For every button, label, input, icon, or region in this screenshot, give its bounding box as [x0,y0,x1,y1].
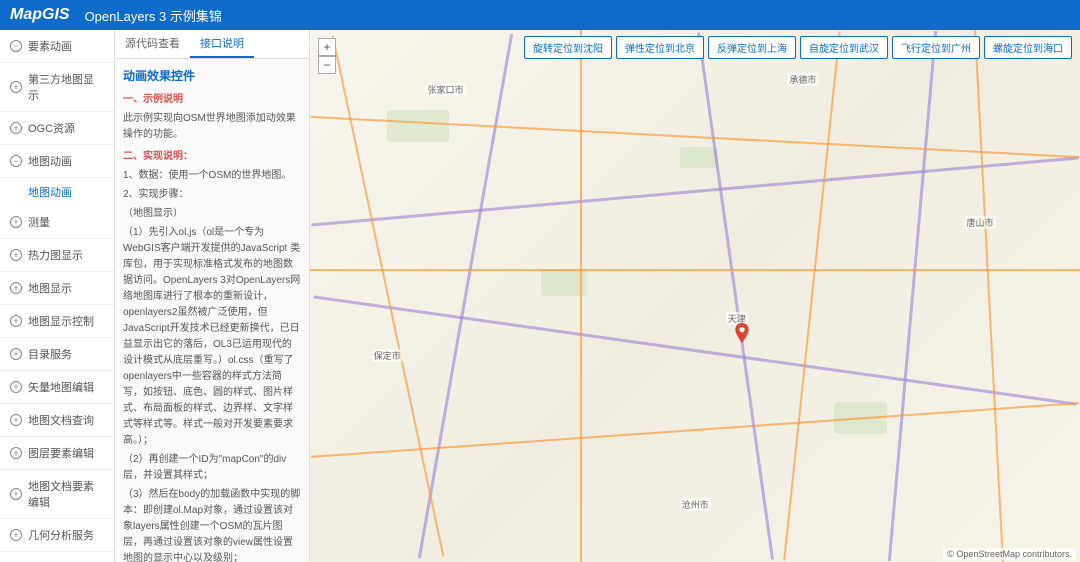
map-area[interactable]: 天津 张家口市 承德市 保定市 唐山市 沧州市 + − 旋转定位到沈阳弹性定位到… [310,30,1080,562]
sidebar-item[interactable]: −要素动画 [0,30,114,63]
section-1: 一、示例说明 [123,92,301,108]
sidebar-item[interactable]: +图层投影转换 [0,552,114,562]
sidebar-item[interactable]: + 地图显示 [0,272,114,305]
expand-icon: + [10,282,22,294]
sidebar-item[interactable]: + 地图文档查询 [0,404,114,437]
logo: MapGIS [10,6,70,24]
section-2: 二、实现说明： [123,149,301,165]
expand-icon: + [10,216,22,228]
sidebar-item[interactable]: + 目录服务 [0,338,114,371]
map-marker-icon [734,323,750,343]
tab-source[interactable]: 源代码查看 [115,30,190,58]
doc-p: （2）再创建一个ID为"mapCon"的div层，并设置其样式； [123,452,301,484]
doc-p: 此示例实现向OSM世界地图添加动效果操作的功能。 [123,111,301,143]
animate-button[interactable]: 飞行定位到广州 [892,36,980,59]
sidebar-item[interactable]: + OGC资源 [0,112,114,145]
sidebar-item[interactable]: + 地图文档要素编辑 [0,470,114,519]
expand-icon: + [10,529,22,541]
sidebar-item-label: 目录服务 [28,346,72,362]
sidebar-item[interactable]: −地图动画 [0,145,114,178]
doc-p: （3）然后在body的加载函数中实现的脚本：即创建ol.Map对象，通过设置该对… [123,487,301,562]
action-bar: 旋转定位到沈阳弹性定位到北京反弹定位到上海自旋定位到武汉飞行定位到广州螺旋定位到… [524,36,1072,59]
animate-button[interactable]: 螺旋定位到海口 [984,36,1072,59]
animate-button[interactable]: 自旋定位到武汉 [800,36,888,59]
doc-p: （地图显示） [123,206,301,222]
doc-p: （1）先引入ol.js（ol是一个专为WebGIS客户端开发提供的JavaScr… [123,225,301,449]
doc-title: 动画效果控件 [123,67,301,86]
sidebar-item[interactable]: + 矢量地图编辑 [0,371,114,404]
sidebar-item[interactable]: + 地图显示控制 [0,305,114,338]
sidebar-item-label: 热力图显示 [28,247,83,263]
sidebar-item[interactable]: + 几何分析服务 [0,519,114,552]
collapse-icon: − [10,155,22,167]
collapse-icon: − [10,40,22,52]
expand-icon: + [10,81,22,93]
sidebar-item-label: 地图文档要素编辑 [28,478,104,510]
sidebar-item-label: 几何分析服务 [28,527,94,543]
sidebar-item-label: 矢量地图编辑 [28,379,94,395]
zoom-in-button[interactable]: + [318,38,336,56]
tabs: 源代码查看 接口说明 [115,30,309,59]
sidebar-item-label: 图层要素编辑 [28,445,94,461]
header-title: OpenLayers 3 示例集锦 [85,6,222,25]
animate-button[interactable]: 旋转定位到沈阳 [524,36,612,59]
zoom-control: + − [318,38,336,74]
sidebar-item-label: OGC资源 [28,120,75,136]
zoom-out-button[interactable]: − [318,56,336,74]
doc-content[interactable]: 动画效果控件 一、示例说明 此示例实现向OSM世界地图添加动效果操作的功能。 二… [115,59,309,562]
animate-button[interactable]: 弹性定位到北京 [616,36,704,59]
tab-api[interactable]: 接口说明 [190,30,254,58]
attribution: © OpenStreetMap contributors. [943,548,1076,560]
expand-icon: + [10,315,22,327]
expand-icon: + [10,381,22,393]
expand-icon: + [10,348,22,360]
sidebar-item[interactable]: + 测量 [0,206,114,239]
sidebar-item-label: 第三方地图显示 [28,71,104,103]
sidebar-item-label: 地图显示控制 [28,313,94,329]
sidebar-item-label: 要素动画 [28,38,72,54]
animate-button[interactable]: 反弹定位到上海 [708,36,796,59]
expand-icon: + [10,249,22,261]
expand-icon: + [10,447,22,459]
sidebar-item-label: 测量 [28,214,50,230]
sidebar-subitem[interactable]: 地图动画 [0,178,114,206]
expand-icon: + [10,414,22,426]
expand-icon: + [10,122,22,134]
expand-icon: + [10,488,22,500]
sidebar-item-label: 地图显示 [28,280,72,296]
sidebar: −要素动画+第三方地图显示+OGC资源−地图动画地图动画+测量+热力图显示+地图… [0,30,115,562]
sidebar-item[interactable]: + 第三方地图显示 [0,63,114,112]
map-canvas[interactable]: 天津 张家口市 承德市 保定市 唐山市 沧州市 [310,30,1080,562]
sidebar-item-label: 地图文档查询 [28,412,94,428]
doc-p: 1、数据：使用一个OSM的世界地图。 [123,168,301,184]
sidebar-item[interactable]: + 热力图显示 [0,239,114,272]
doc-panel: 源代码查看 接口说明 动画效果控件 一、示例说明 此示例实现向OSM世界地图添加… [115,30,310,562]
doc-p: 2、实现步骤： [123,187,301,203]
sidebar-item-label: 地图动画 [28,153,72,169]
sidebar-item[interactable]: + 图层要素编辑 [0,437,114,470]
